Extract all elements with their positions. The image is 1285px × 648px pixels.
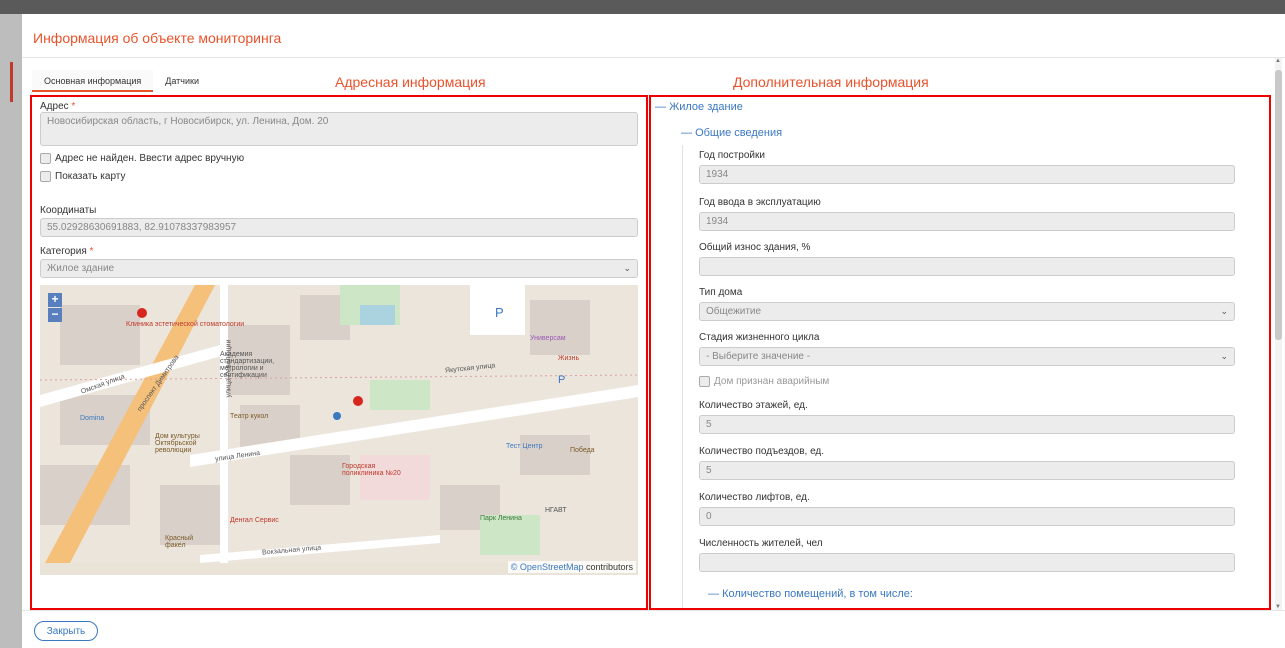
category-label: Категория * <box>40 246 94 257</box>
close-button[interactable]: Закрыть <box>34 621 98 641</box>
attribution-text: contributors <box>583 562 633 572</box>
elevators-label: Количество лифтов, ед. <box>699 492 810 503</box>
additional-section-heading: Дополнительная информация <box>733 74 929 90</box>
residents-label: Численность жителей, чел <box>699 538 823 549</box>
address-label: Адрес * <box>40 101 76 112</box>
map-label-lenin-park: Парк Ленина <box>480 515 522 522</box>
chevron-down-icon: ⌄ <box>1220 306 1228 316</box>
map-label-domina: Domina <box>80 415 105 422</box>
scroll-up-icon[interactable]: ▲ <box>1275 58 1281 64</box>
map-label-red-torch: Красный факел <box>165 535 194 549</box>
backdrop-top <box>0 0 1285 14</box>
modal-footer: Закрыть <box>22 610 1285 648</box>
address-panel: Адрес * Новосибирская область, г Новосиб… <box>30 95 648 610</box>
tree-node-general-label: Общие сведения <box>695 127 783 139</box>
house-type-value: Общежитие <box>706 306 762 317</box>
map-label-pobeda: Победа <box>570 447 595 454</box>
show-map-label: Показать карту <box>55 171 126 182</box>
manual-address-checkbox[interactable] <box>40 153 51 164</box>
tab-bar: Основная информация Датчики <box>32 70 211 92</box>
tab-sensors[interactable]: Датчики <box>153 70 211 92</box>
map-label-revolution-street: улица Революции <box>225 339 233 398</box>
manual-address-checkbox-row[interactable]: Адрес не найден. Ввести адрес вручную <box>40 153 244 164</box>
year-commission-label: Год ввода в эксплуатацию <box>699 197 821 208</box>
manual-address-label: Адрес не найден. Ввести адрес вручную <box>55 153 245 164</box>
details-panel: — Жилое здание — Общие сведения Год пост… <box>649 95 1271 610</box>
map-label-universam: Универсам <box>530 335 566 342</box>
zoom-in-button[interactable]: + <box>48 293 62 307</box>
entrances-label: Количество подъездов, ед. <box>699 446 825 457</box>
map-label-ngavt: НГАВТ <box>545 507 567 514</box>
lifecycle-value: - Выберите значение - <box>706 351 811 362</box>
show-map-checkbox[interactable] <box>40 171 51 182</box>
backdrop-accent <box>10 62 13 102</box>
residents-input[interactable] <box>699 553 1235 572</box>
year-commission-input[interactable]: 1934 <box>699 212 1235 231</box>
house-type-label: Тип дома <box>699 287 743 298</box>
map-view[interactable]: P P + − Клиника эстетической стоматологи… <box>40 285 638 575</box>
wear-input[interactable] <box>699 257 1235 276</box>
backdrop-left <box>0 14 22 648</box>
map-label-zhizn: Жизнь <box>558 355 580 362</box>
modal-header: Информация об объекте мониторинга <box>22 14 1285 58</box>
show-map-checkbox-row[interactable]: Показать карту <box>40 171 125 182</box>
modal-title: Информация об объекте мониторинга <box>33 30 282 46</box>
floors-input[interactable]: 5 <box>699 415 1235 434</box>
wear-label: Общий износ здания, % <box>699 242 811 253</box>
emergency-checkbox-row[interactable]: Дом признан аварийным <box>699 376 829 387</box>
address-section-heading: Адресная информация <box>335 74 486 90</box>
tree-node-general[interactable]: — Общие сведения <box>681 127 782 139</box>
tree-node-rooms[interactable]: — Количество помещений, в том числе: <box>708 588 913 600</box>
tree-node-building[interactable]: — Жилое здание <box>655 101 743 113</box>
tree-node-rooms-label: Количество помещений, в том числе: <box>722 588 913 600</box>
emergency-label: Дом признан аварийным <box>714 376 830 387</box>
svg-text:P: P <box>495 305 504 320</box>
map-label-culture-house: Дом культуры Октябрьской революции <box>155 433 200 454</box>
house-type-select[interactable]: Общежитие ⌄ <box>699 302 1235 321</box>
entrances-input[interactable]: 5 <box>699 461 1235 480</box>
chevron-down-icon: ⌄ <box>1220 351 1228 361</box>
map-label-dengal: Денгал Сервис <box>230 517 279 524</box>
svg-text:P: P <box>558 374 565 386</box>
map-label-clinic: Клиника эстетической стоматологии <box>126 321 245 328</box>
map-label-puppet-theatre: Театр кукол <box>230 413 269 420</box>
tree-node-building-label: Жилое здание <box>669 101 743 113</box>
year-built-label: Год постройки <box>699 150 765 161</box>
year-built-input[interactable]: 1934 <box>699 165 1235 184</box>
floors-label: Количество этажей, ед. <box>699 400 808 411</box>
tree-guide-line <box>682 145 683 608</box>
elevators-input[interactable]: 0 <box>699 507 1235 526</box>
lifecycle-select[interactable]: - Выберите значение - ⌄ <box>699 347 1235 366</box>
chevron-down-icon: ⌄ <box>623 263 631 273</box>
scrollbar-thumb[interactable] <box>1275 70 1282 340</box>
map-label-polyclinic: Городская поликлиника №20 <box>342 463 401 477</box>
tab-main-info[interactable]: Основная информация <box>32 70 154 92</box>
address-textarea[interactable]: Новосибирская область, г Новосибирск, ул… <box>40 112 638 146</box>
emergency-checkbox[interactable] <box>699 376 710 387</box>
coords-input[interactable]: 55.02928630691883, 82.91078337983957 <box>40 218 638 237</box>
category-select-value: Жилое здание <box>47 263 115 274</box>
zoom-out-button[interactable]: − <box>48 308 62 322</box>
category-select[interactable]: Жилое здание ⌄ <box>40 259 638 278</box>
coords-label: Координаты <box>40 205 97 216</box>
modal-scrollbar[interactable]: ▲ ▼ <box>1275 58 1282 610</box>
lifecycle-label: Стадия жизненного цикла <box>699 332 820 343</box>
osm-link[interactable]: © OpenStreetMap <box>511 562 584 572</box>
modal-body: Основная информация Датчики Адресная инф… <box>22 58 1285 610</box>
map-attribution: © OpenStreetMap contributors <box>507 561 636 573</box>
map-label-test-center: Тест Центр <box>506 443 543 450</box>
monitoring-object-modal: Информация об объекте мониторинга Основн… <box>22 14 1285 648</box>
